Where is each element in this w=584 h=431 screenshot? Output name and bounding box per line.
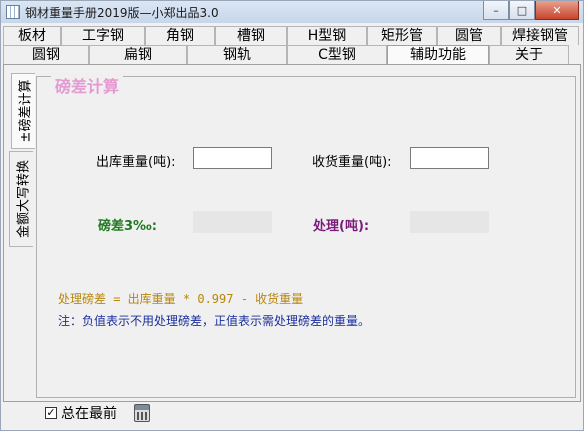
tab-i-beam[interactable]: 工字钢: [61, 26, 145, 45]
tab-plate[interactable]: 板材: [3, 26, 61, 45]
side-tab-amount-convert-label: 金额大写转换: [16, 159, 31, 239]
weight-diff-output: [193, 211, 272, 233]
calc-panel: [36, 76, 576, 398]
tab-row-1: 板材 工字钢 角钢 槽钢 H型钢 矩形管 圆管 焊接钢管: [3, 26, 579, 45]
outbound-weight-input[interactable]: [193, 147, 272, 169]
tab-rect-tube[interactable]: 矩形管: [367, 26, 437, 45]
side-tab-weight-diff-label: ±磅差计算: [18, 79, 33, 143]
app-window: 钢材重量手册2019版—小郑出品3.0 – □ ✕ 板材 工字钢 角钢 槽钢 H…: [0, 0, 584, 431]
tab-row-2: 圆钢 扁钢 钢轨 C型钢 辅助功能 关于: [3, 45, 569, 64]
tab-channel-steel[interactable]: 槽钢: [215, 26, 287, 45]
title-bar: 钢材重量手册2019版—小郑出品3.0 – □ ✕: [1, 1, 583, 23]
calculator-icon[interactable]: [134, 404, 150, 422]
tab-round-bar[interactable]: 圆钢: [3, 45, 89, 64]
tab-rail[interactable]: 钢轨: [187, 45, 287, 64]
panel-title: 磅差计算: [51, 73, 124, 97]
side-tab-weight-diff[interactable]: ±磅差计算: [11, 73, 35, 149]
tab-aux-functions[interactable]: 辅助功能: [387, 45, 489, 64]
handle-weight-output: [410, 211, 489, 233]
tab-welded-tube[interactable]: 焊接钢管: [501, 26, 579, 45]
note-text: 注：负值表示不用处理磅差，正值表示需处理磅差的重量。: [58, 314, 371, 328]
received-weight-label: 收货重量(吨):: [312, 155, 392, 170]
handle-weight-label: 处理(吨):: [313, 219, 370, 234]
side-tab-amount-convert[interactable]: 金额大写转换: [9, 151, 33, 247]
app-icon: [6, 5, 20, 19]
maximize-button[interactable]: □: [509, 1, 535, 20]
minimize-button[interactable]: –: [483, 1, 509, 20]
close-button[interactable]: ✕: [535, 1, 579, 20]
always-on-top-checkbox[interactable]: ✓: [45, 407, 57, 419]
tab-round-tube[interactable]: 圆管: [437, 26, 501, 45]
always-on-top-option[interactable]: ✓ 总在最前: [45, 404, 117, 422]
outbound-weight-label: 出库重量(吨):: [96, 155, 176, 170]
tab-flat-bar[interactable]: 扁钢: [89, 45, 187, 64]
tab-h-beam[interactable]: H型钢: [287, 26, 367, 45]
window-title: 钢材重量手册2019版—小郑出品3.0: [25, 6, 219, 20]
received-weight-input[interactable]: [410, 147, 489, 169]
tab-angle-steel[interactable]: 角钢: [145, 26, 215, 45]
weight-diff-label: 磅差3‰:: [98, 219, 157, 234]
formula-text: 处理磅差 = 出库重量 * 0.997 - 收货重量: [58, 292, 304, 306]
always-on-top-label: 总在最前: [61, 406, 117, 422]
tab-c-channel[interactable]: C型钢: [287, 45, 387, 64]
tab-about[interactable]: 关于: [489, 45, 569, 64]
